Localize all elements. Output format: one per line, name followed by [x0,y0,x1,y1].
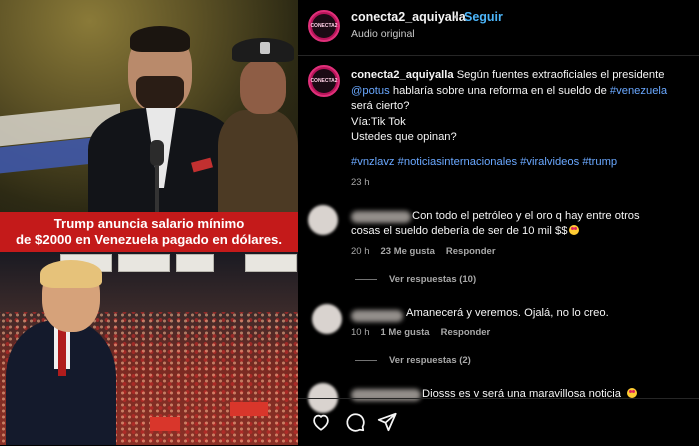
guard [218,110,298,212]
caption-username[interactable]: conecta2_aquiyalla [351,69,454,81]
post-media[interactable]: Trump anuncia salario mínimo de $2000 en… [0,0,298,445]
reply-button[interactable]: Responder [446,246,496,257]
separator-dot: • [454,10,459,24]
send-icon[interactable] [376,411,398,433]
action-bar [298,398,699,446]
avatar-logo: CONECTA2 [310,14,338,38]
header-username[interactable]: conecta2_aquiyalla [351,10,466,24]
likes-count[interactable]: 1 Me gusta [381,327,430,338]
top-photo [0,0,298,212]
heart-eyes-emoji-icon [569,225,580,235]
heart-eyes-emoji-icon [626,388,637,398]
comment-text-line2: cosas el sueldo debería de ser de 10 mil… [351,224,580,240]
audio-label[interactable]: Audio original [351,28,415,40]
comment-text: Amanecerá y veremos. Ojalá, no lo creo. [406,307,609,319]
blurred-username [351,211,411,223]
caption-hashtags[interactable]: #vnzlavz #noticiasinternacionales #viral… [351,156,617,168]
microphone [150,140,164,166]
mention-link[interactable]: @potus [351,85,390,97]
post-caption: conecta2_aquiyalla Según fuentes extraof… [351,69,668,143]
headline-line-2: de $2000 en Venezuela pagado en dólares. [15,232,283,247]
comment-text: Con todo el petróleo y el oro q hay entr… [412,210,640,222]
instagram-post-view: Trump anuncia salario mínimo de $2000 en… [0,0,699,445]
video-headline-banner: Trump anuncia salario mínimo de $2000 en… [0,212,298,252]
account-avatar[interactable]: CONECTA2 [308,10,340,42]
blurred-username [351,310,403,322]
post-details-panel: CONECTA2 conecta2_aquiyalla • Seguir Aud… [298,0,699,445]
comment-meta: 10 h 1 Me gusta Responder [351,327,491,338]
reply-button[interactable]: Responder [441,327,491,338]
hashtag-link[interactable]: #venezuela [610,85,667,97]
post-timestamp[interactable]: 23 h [351,177,370,188]
comment-avatar[interactable] [308,205,338,235]
heart-icon[interactable] [310,411,332,433]
bottom-photo [0,252,298,445]
likes-count[interactable]: 23 Me gusta [381,246,435,257]
comment-meta: 20 h 23 Me gusta Responder [351,246,496,257]
view-replies-button[interactable]: Ver respuestas (10) [355,274,476,285]
comment-avatar[interactable] [312,304,342,334]
comment-icon[interactable] [344,411,366,433]
caption-avatar[interactable]: CONECTA2 [308,65,340,97]
headline-line-1: Trump anuncia salario mínimo [53,216,245,231]
view-replies-button[interactable]: Ver respuestas (2) [355,355,471,366]
divider [298,55,699,56]
follow-button[interactable]: Seguir [464,10,503,24]
